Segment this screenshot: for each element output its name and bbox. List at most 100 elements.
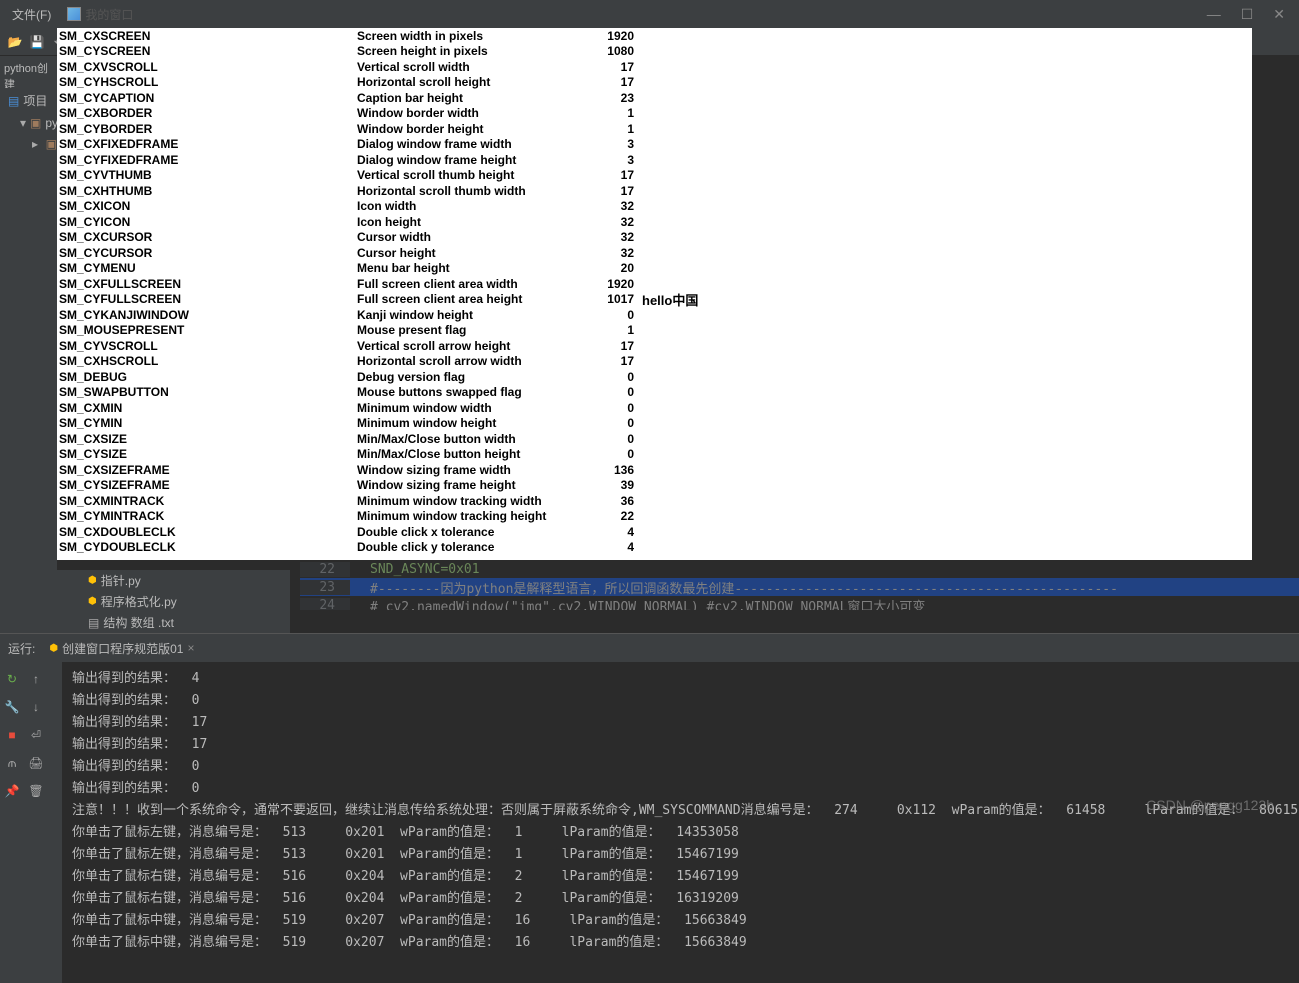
metric-desc: Vertical scroll thumb height [357, 168, 572, 182]
run-tab-label: 创建窗口程序规范版01 [62, 640, 183, 657]
metric-desc: Mouse present flag [357, 323, 572, 337]
run-label: 运行: [8, 640, 35, 657]
save-icon[interactable]: 💾 [28, 33, 46, 51]
metric-value: 17 [572, 60, 642, 74]
metrics-row: SM_CYCAPTIONCaption bar height23 [57, 90, 1252, 106]
pin-button[interactable]: 📌 [0, 780, 24, 802]
metric-value: 17 [572, 168, 642, 182]
metric-desc: Minimum window tracking width [357, 494, 572, 508]
metric-name: SM_SWAPBUTTON [57, 385, 357, 399]
metric-value: 4 [572, 525, 642, 539]
output-line: 你单击了鼠标右键，消息编号是： 516 0x204 wParam的值是： 2 l… [72, 866, 1289, 888]
metric-name: SM_CYVSCROLL [57, 339, 357, 353]
close-tab-icon[interactable]: × [187, 641, 194, 655]
metric-name: SM_CYSIZE [57, 447, 357, 461]
output-line: 你单击了鼠标右键，消息编号是： 516 0x204 wParam的值是： 2 l… [72, 888, 1289, 910]
maximize-icon[interactable]: ☐ [1241, 6, 1254, 23]
metric-desc: Vertical scroll arrow height [357, 339, 572, 353]
metric-name: SM_CYMINTRACK [57, 509, 357, 523]
metric-value: 17 [572, 75, 642, 89]
run-toolbar: ↻ 🔧 ■ ⫙ 📌 ↑ ↓ ⏎ 🖨 🗑 [0, 662, 62, 983]
metric-name: SM_CXICON [57, 199, 357, 213]
code-editor[interactable]: 22 SND_ASYNC=0x01 23 #--------因为python是解… [300, 560, 1299, 610]
wrench-button[interactable]: 🔧 [0, 696, 24, 718]
metric-desc: Dialog window frame width [357, 137, 572, 151]
metric-desc: Screen width in pixels [357, 29, 572, 43]
wrap-button[interactable]: ⏎ [24, 724, 48, 746]
metric-name: SM_CYKANJIWINDOW [57, 308, 357, 322]
down-button[interactable]: ↓ [24, 696, 48, 718]
metric-desc: Full screen client area height [357, 292, 572, 306]
metric-desc: Mouse buttons swapped flag [357, 385, 572, 399]
metric-desc: Kanji window height [357, 308, 572, 322]
metric-desc: Window sizing frame width [357, 463, 572, 477]
chevron-right-icon: ▸ [32, 137, 42, 151]
metric-name: SM_DEBUG [57, 370, 357, 384]
metric-desc: Minimum window height [357, 416, 572, 430]
menu-bar: 文件(F) 我的窗口 — ☐ ✕ [0, 0, 1299, 28]
metric-name: SM_CXSIZE [57, 432, 357, 446]
metric-name: SM_CXBORDER [57, 106, 357, 120]
metrics-row: SM_CYKANJIWINDOWKanji window height0 [57, 307, 1252, 323]
metrics-row: SM_MOUSEPRESENTMouse present flag1 [57, 323, 1252, 339]
tree-file[interactable]: ▤ 结构 数组 .txt [40, 612, 290, 633]
metrics-row: SM_CXVSCROLLVertical scroll width17 [57, 59, 1252, 75]
metric-desc: Horizontal scroll thumb width [357, 184, 572, 198]
python-icon: ⬢ [88, 596, 97, 607]
output-line: 输出得到的结果： 0 [72, 756, 1289, 778]
metric-desc: Window border height [357, 122, 572, 136]
metric-value: 17 [572, 354, 642, 368]
metric-desc: Cursor height [357, 246, 572, 260]
metrics-row: SM_CYMINMinimum window height0 [57, 416, 1252, 432]
print-button[interactable]: 🖨 [24, 752, 48, 774]
tree-file-label: 程序格式化.py [101, 593, 177, 610]
metrics-row: SM_CXHTHUMBHorizontal scroll thumb width… [57, 183, 1252, 199]
output-line: 输出得到的结果： 17 [72, 734, 1289, 756]
rerun-button[interactable]: ↻ [0, 668, 24, 690]
close-icon[interactable]: ✕ [1273, 6, 1285, 23]
metric-desc: Menu bar height [357, 261, 572, 275]
menu-file[interactable]: 文件(F) [4, 6, 59, 23]
code-line: #--------因为python是解释型语言，所以回调函数最先创建------… [350, 578, 1118, 597]
tree-folder[interactable]: ▸ ▣ [0, 133, 57, 154]
metrics-row: SM_CYDOUBLECLKDouble click y tolerance4 [57, 540, 1252, 556]
run-output[interactable]: 输出得到的结果： 4输出得到的结果： 0输出得到的结果： 17输出得到的结果： … [62, 662, 1299, 983]
output-line: 输出得到的结果： 4 [72, 668, 1289, 690]
metrics-row: SM_CYCURSORCursor height32 [57, 245, 1252, 261]
folder-icon: ▣ [46, 137, 57, 151]
stop-button[interactable]: ■ [0, 724, 24, 746]
up-button[interactable]: ↑ [24, 668, 48, 690]
tree-root[interactable]: ▾ ▣ py [0, 112, 57, 133]
project-icon: ▤ [8, 94, 19, 108]
tree-file[interactable]: ⬢ 程序格式化.py [40, 591, 290, 612]
metrics-row: SM_CYFIXEDFRAMEDialog window frame heigh… [57, 152, 1252, 168]
metric-desc: Debug version flag [357, 370, 572, 384]
metric-value: 0 [572, 401, 642, 415]
run-tab[interactable]: ⬢ 创建窗口程序规范版01 × [43, 640, 200, 657]
metrics-row: SM_CXHSCROLLHorizontal scroll arrow widt… [57, 354, 1252, 370]
tree-file[interactable]: ⬢ 指针.py [40, 570, 290, 591]
file-tree: ▾ ▣ py ▸ ▣ [0, 112, 57, 603]
metric-value: 1 [572, 122, 642, 136]
menu-file-label: 文件(F) [12, 6, 51, 23]
open-icon[interactable]: 📂 [6, 33, 24, 51]
metric-value: 1 [572, 106, 642, 120]
metrics-row: SM_CXMINTRACKMinimum window tracking wid… [57, 493, 1252, 509]
trash-button[interactable]: 🗑 [24, 780, 48, 802]
metric-desc: Min/Max/Close button width [357, 432, 572, 446]
layout-button[interactable]: ⫙ [0, 752, 24, 774]
metric-desc: Window border width [357, 106, 572, 120]
metrics-row: SM_CXSIZEMin/Max/Close button width0 [57, 431, 1252, 447]
metric-value: 0 [572, 432, 642, 446]
metric-name: SM_CXSIZEFRAME [57, 463, 357, 477]
metric-name: SM_CYICON [57, 215, 357, 229]
output-line: 你单击了鼠标左键，消息编号是： 513 0x201 wParam的值是： 1 l… [72, 822, 1289, 844]
metric-desc: Horizontal scroll arrow width [357, 354, 572, 368]
metric-name: SM_CXVSCROLL [57, 60, 357, 74]
metric-value: 0 [572, 447, 642, 461]
metric-value: 32 [572, 230, 642, 244]
line-number: 24 [300, 598, 350, 611]
minimize-icon[interactable]: — [1207, 6, 1221, 23]
tree-file-label: 指针.py [101, 572, 141, 589]
project-panel-header[interactable]: ▤ 项目 [0, 88, 57, 113]
